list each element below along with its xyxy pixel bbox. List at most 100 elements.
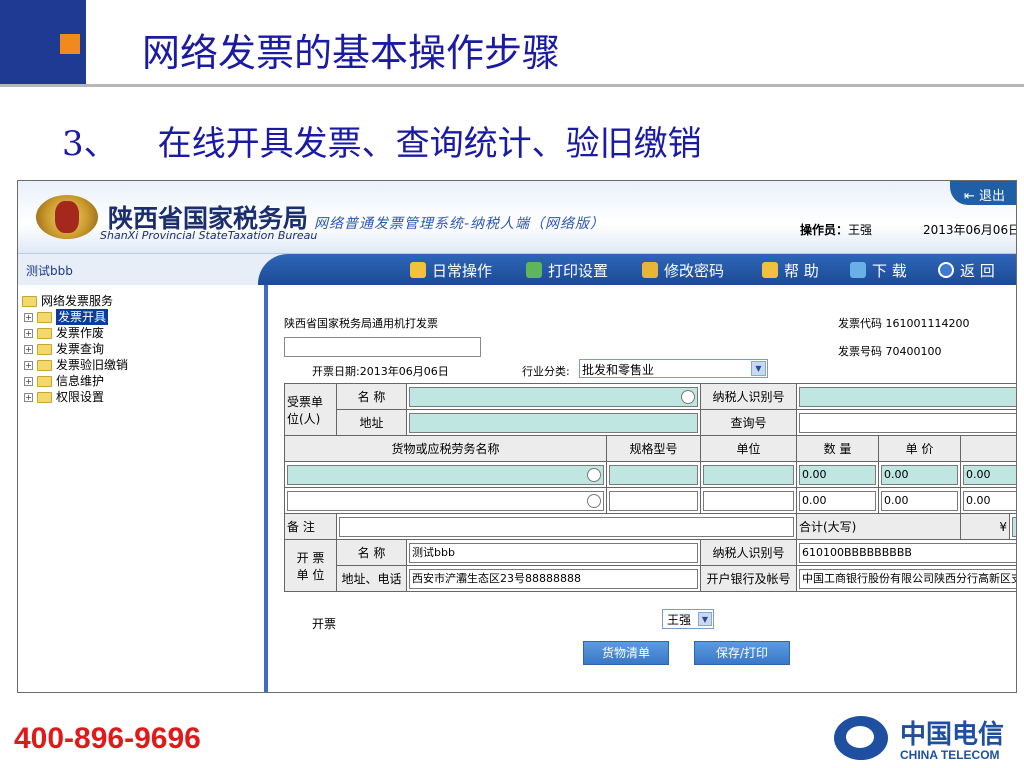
menu-label: 下 载 xyxy=(872,262,907,280)
expand-icon[interactable]: + xyxy=(24,344,33,354)
daily-ops-icon xyxy=(410,262,426,278)
tree-item-label: 发票开具 xyxy=(56,309,109,325)
tree-item-permissions[interactable]: + 权限设置 xyxy=(22,389,128,405)
folder-open-icon xyxy=(22,295,37,307)
number-label: 发票号码 xyxy=(838,345,882,358)
folder-icon xyxy=(37,343,52,355)
menu-label: 帮 助 xyxy=(784,262,819,280)
unit-input[interactable] xyxy=(703,464,794,485)
expand-icon[interactable]: + xyxy=(24,392,33,402)
price-input[interactable]: 0.00 xyxy=(881,464,958,485)
col-goods: 货物或应税劳务名称 xyxy=(284,435,607,462)
expand-icon[interactable]: + xyxy=(24,328,33,338)
folder-icon xyxy=(37,311,52,323)
total-input[interactable] xyxy=(1012,516,1016,537)
total-label: 合计(大写) xyxy=(796,513,961,540)
key-icon xyxy=(642,262,658,278)
printer-icon xyxy=(526,262,542,278)
date-value: 2013年06月06日 xyxy=(359,365,449,378)
payer-address-label: 地址 xyxy=(336,409,407,436)
logo-cn: 中国电信 xyxy=(900,720,1005,750)
query-input[interactable] xyxy=(799,412,1016,433)
sidebar: 网络发票服务 + 发票开具 + 发票作废 + 发票查询 + 发票验旧缴销 + 信息维护 +… xyxy=(18,285,268,692)
query-label: 查询号 xyxy=(700,409,797,436)
price-input[interactable]: 0.00 xyxy=(881,490,958,511)
help-book-icon xyxy=(762,262,778,278)
issuer-label: 开 票单 位 xyxy=(284,539,337,592)
expand-icon[interactable]: + xyxy=(24,376,33,386)
current-user: 测试bbb xyxy=(26,264,73,278)
code-value: 161001114200 xyxy=(885,317,970,330)
title-input[interactable] xyxy=(284,337,481,357)
payer-address-input[interactable] xyxy=(409,412,698,433)
china-telecom-logo: 中国电信 CHINA TELECOM xyxy=(834,712,1014,764)
menu-label: 返 回 xyxy=(960,262,995,280)
tree-item-label: 权限设置 xyxy=(56,390,105,404)
power-icon xyxy=(938,262,954,278)
chevron-down-icon: ▼ xyxy=(751,361,766,376)
system-name: 网络普通发票管理系统-纳税人端（网络版） xyxy=(314,216,606,232)
unit-input[interactable] xyxy=(703,490,794,511)
invoice-title: 陕西省国家税务局通用机打发票 xyxy=(284,317,438,330)
goods-input[interactable] xyxy=(287,464,604,485)
expand-icon[interactable]: + xyxy=(24,312,33,322)
table-row: 0.00 0.00 0.00 xyxy=(284,487,1016,514)
goods-list-button[interactable]: 货物清单 xyxy=(583,641,669,665)
search-icon[interactable] xyxy=(681,389,695,404)
remark-input[interactable] xyxy=(339,516,794,537)
query-cell xyxy=(796,409,1016,436)
current-date: 2013年06月06日 xyxy=(923,223,1017,237)
tree-root[interactable]: 网络发票服务 xyxy=(22,293,128,309)
issuer-bank-label: 开户银行及帐号 xyxy=(700,565,797,592)
tree-item-info[interactable]: + 信息维护 xyxy=(22,373,128,389)
menu-download[interactable]: 下 载 xyxy=(850,260,907,281)
menu-change-password[interactable]: 修改密码 xyxy=(642,260,724,281)
menu-back[interactable]: 返 回 xyxy=(938,260,995,281)
tree-item-verify[interactable]: + 发票验旧缴销 xyxy=(22,357,128,373)
slide-header: 网络发票的基本操作步骤 xyxy=(0,0,1024,87)
menu-print-settings[interactable]: 打印设置 xyxy=(526,260,608,281)
menu-help[interactable]: 帮 助 xyxy=(762,260,819,281)
spec-input[interactable] xyxy=(609,464,698,485)
search-icon[interactable] xyxy=(587,493,601,508)
spec-input[interactable] xyxy=(609,490,698,511)
qty-input[interactable]: 0.00 xyxy=(799,490,876,511)
table-row: 0.00 0.00 0.00 xyxy=(284,461,1016,488)
drawer-value: 王强 xyxy=(667,613,692,627)
payer-name-input[interactable] xyxy=(409,386,698,407)
number-value: 70400100 xyxy=(885,345,942,358)
logout-button[interactable]: ⇤ 退出 xyxy=(950,181,1016,205)
amount-input[interactable]: 0.00 xyxy=(963,464,1016,485)
col-unit: 单位 xyxy=(700,435,797,462)
tree-item-void[interactable]: + 发票作废 xyxy=(22,325,128,341)
search-icon[interactable] xyxy=(587,467,601,482)
issuer-bank-field: 中国工商银行股份有限公司陕西分行高新区支行88888 xyxy=(799,568,1016,589)
slide-title: 网络发票的基本操作步骤 xyxy=(142,31,561,75)
tree-item-issue[interactable]: + 发票开具 xyxy=(22,309,128,325)
invoice-table: 受票单 位(人) 名 称 纳税人识别号 地址 查询号 货物或应税劳务名称 规格型号… xyxy=(284,383,1016,592)
payer-taxid-input[interactable] xyxy=(799,386,1016,407)
col-qty: 数 量 xyxy=(796,435,879,462)
payer-label: 受票单 位(人) xyxy=(284,383,337,436)
app-banner: 陕西省国家税务局 ShanXi Provincial StateTaxation… xyxy=(18,181,1016,253)
payer-name-label: 名 称 xyxy=(336,383,407,410)
industry-select[interactable]: 批发和零售业 ▼ xyxy=(579,359,768,378)
qty-input[interactable]: 0.00 xyxy=(799,464,876,485)
goods-input[interactable] xyxy=(287,490,604,511)
date-label: 开票日期: xyxy=(312,365,360,378)
tree-root-label: 网络发票服务 xyxy=(41,294,114,308)
issuer-name-label: 名 称 xyxy=(336,539,407,566)
amount-input[interactable]: 0.00 xyxy=(963,490,1016,511)
drawer-label: 开票 xyxy=(312,617,337,631)
payer-name-cell xyxy=(406,383,701,410)
tree-item-query[interactable]: + 发票查询 xyxy=(22,341,128,357)
expand-icon[interactable]: + xyxy=(24,360,33,370)
issuer-addr-label: 地址、电话 xyxy=(336,565,407,592)
save-print-button[interactable]: 保存/打印 xyxy=(694,641,790,665)
folder-icon xyxy=(37,359,52,371)
drawer-select[interactable]: 王强 ▼ xyxy=(662,609,714,629)
menu-daily-ops[interactable]: 日常操作 xyxy=(410,260,492,281)
col-amount: 金 额 xyxy=(960,435,1016,462)
tax-bureau-emblem-icon xyxy=(36,195,98,239)
logout-label: 退出 xyxy=(979,189,1006,204)
